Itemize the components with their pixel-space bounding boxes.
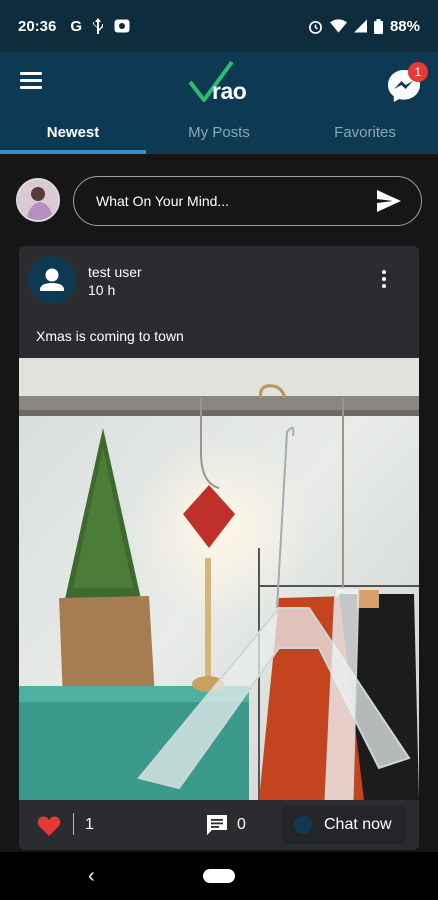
logo-text: rao: [212, 78, 247, 104]
app-logo: rao: [188, 60, 258, 106]
like-count: 1: [85, 816, 94, 833]
alarm-icon: [309, 20, 322, 34]
app-bar: rao 1: [0, 52, 438, 112]
messenger-badge: 1: [408, 62, 428, 82]
status-bar: 20:36 G 88%: [0, 0, 438, 52]
chat-now-button[interactable]: Chat now: [282, 806, 406, 844]
tab-favorites[interactable]: Favorites: [292, 112, 438, 154]
back-icon[interactable]: ‹: [88, 865, 95, 888]
heart-icon[interactable]: [37, 815, 61, 837]
more-options-icon[interactable]: [381, 270, 387, 288]
tab-newest[interactable]: Newest: [0, 112, 146, 154]
wifi-icon: [329, 19, 347, 33]
compose-placeholder: What On Your Mind...: [96, 193, 230, 209]
system-nav-bar: ‹: [0, 852, 438, 900]
battery-icon: [373, 18, 383, 34]
post-composer: What On Your Mind...: [16, 176, 422, 226]
post-card: test user 10 h Xmas is coming to town 1 …: [19, 246, 419, 850]
notification-icon: [114, 19, 130, 33]
home-pill-icon[interactable]: [203, 869, 235, 883]
compose-input[interactable]: What On Your Mind...: [73, 176, 422, 226]
signal-icon: [353, 19, 367, 33]
action-divider: [73, 813, 74, 835]
post-author-name[interactable]: test user: [88, 264, 142, 280]
post-caption: Xmas is coming to town: [36, 328, 184, 344]
send-icon[interactable]: [377, 190, 401, 212]
hamburger-menu-icon[interactable]: [20, 72, 42, 90]
google-icon: G: [70, 17, 83, 35]
hangers-photo: [19, 358, 419, 800]
user-avatar[interactable]: [16, 178, 60, 222]
status-notification-icons: G: [70, 18, 130, 35]
comment-count: 0: [237, 816, 246, 833]
status-time: 20:36: [18, 17, 57, 35]
post-timestamp: 10 h: [88, 282, 116, 298]
battery-percent: 88%: [389, 17, 420, 35]
chat-icon: [294, 816, 312, 834]
chat-now-label: Chat now: [324, 816, 392, 833]
comment-icon[interactable]: [205, 813, 229, 837]
post-actions: 1 0 Chat now: [19, 800, 419, 850]
person-icon: [40, 268, 64, 291]
post-image[interactable]: [19, 358, 419, 800]
status-system-icons: 88%: [308, 18, 420, 35]
usb-icon: [93, 18, 104, 34]
post-author-avatar[interactable]: [28, 256, 76, 304]
tab-my-posts[interactable]: My Posts: [146, 112, 292, 154]
avatar-photo: [18, 180, 58, 220]
tab-bar: Newest My Posts Favorites: [0, 112, 438, 154]
